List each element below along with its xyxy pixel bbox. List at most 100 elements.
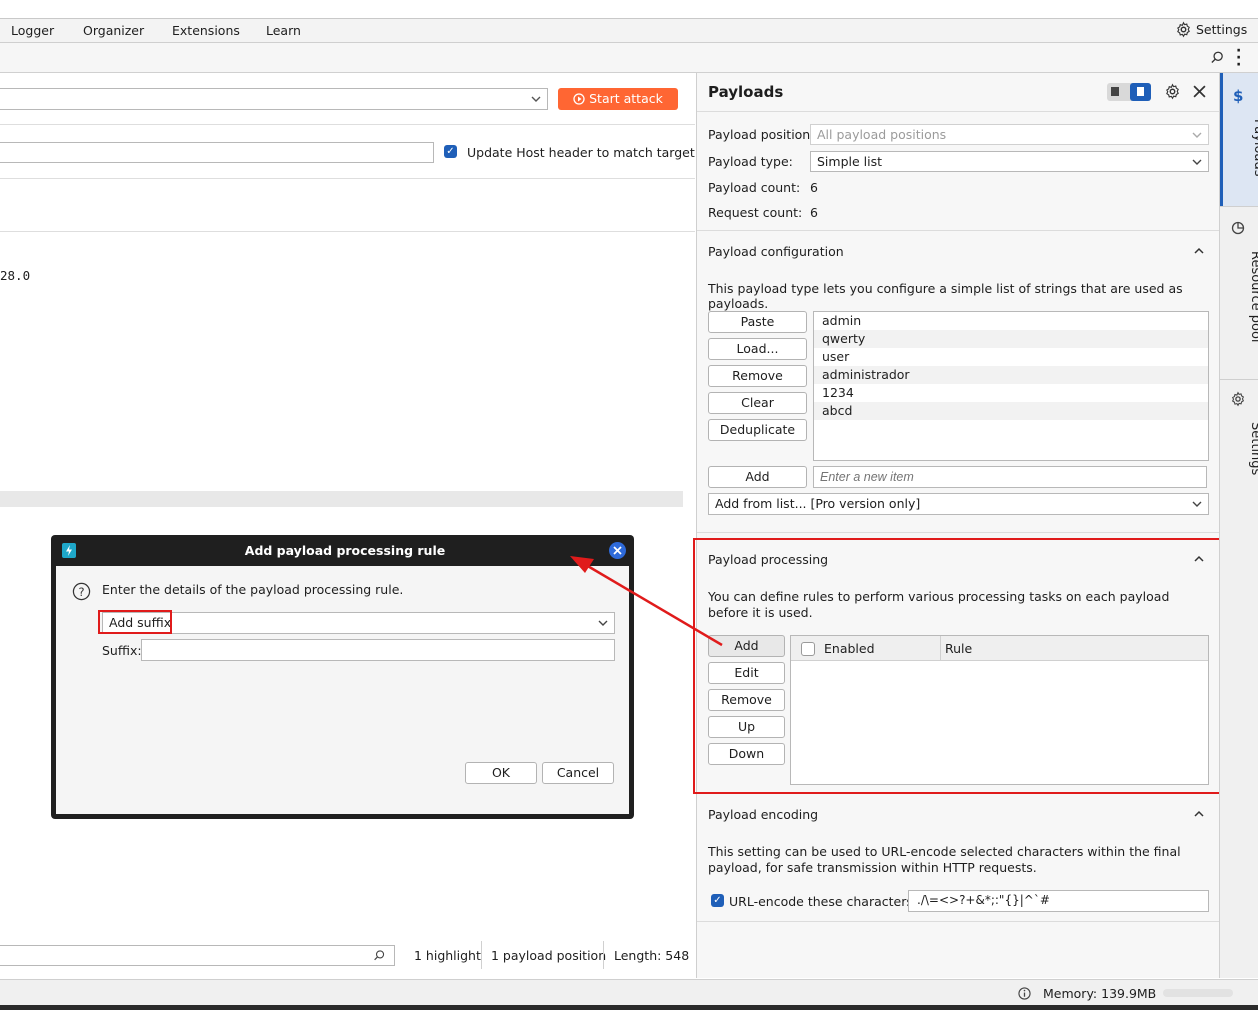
menu-learn[interactable]: Learn: [266, 23, 301, 38]
info-icon[interactable]: [1018, 987, 1031, 1000]
gear-icon: [1177, 21, 1190, 38]
play-circle-icon: [573, 93, 585, 105]
settings-menu[interactable]: Settings: [1175, 21, 1247, 38]
dialog-close-button[interactable]: [609, 542, 626, 559]
layout-left-icon: [1111, 87, 1119, 96]
tab-resource-pool[interactable]: Resource pool: [1220, 207, 1258, 379]
divider: [697, 111, 1220, 112]
add-from-list-value: Add from list... [Pro version only]: [715, 496, 921, 511]
paste-button[interactable]: Paste: [708, 311, 807, 333]
payload-type-value: Simple list: [817, 154, 883, 169]
deduplicate-button[interactable]: Deduplicate: [708, 419, 807, 441]
payload-position-count: 1 payload position: [491, 948, 607, 963]
update-host-label: Update Host header to match target: [467, 145, 695, 160]
payload-config-description: This payload type lets you configure a s…: [708, 281, 1183, 311]
layout-right-icon: [1130, 83, 1151, 101]
menu-bar: Logger Organizer Extensions Learn Settin…: [0, 19, 1258, 43]
rule-type-select[interactable]: Add suffix: [102, 612, 615, 634]
payload-config-title: Payload configuration: [708, 244, 844, 259]
list-item-text: administrador: [822, 367, 910, 382]
load-button[interactable]: Load...: [708, 338, 807, 360]
tab-payloads[interactable]: $ Payloads: [1220, 73, 1258, 206]
remove-button[interactable]: Remove: [708, 365, 807, 387]
list-item[interactable]: 1234: [814, 384, 1208, 402]
horizontal-scrollbar[interactable]: [0, 491, 683, 507]
window-top-strip: [0, 0, 1258, 19]
tab-resource-pool-label: Resource pool: [1248, 251, 1258, 343]
pie-chart-icon: [1231, 221, 1245, 235]
tool-row: · · ·: [0, 43, 1258, 73]
window-bottom-edge: [0, 1005, 1258, 1010]
list-item[interactable]: admin: [814, 312, 1208, 330]
payload-count-label: Payload count:: [708, 180, 801, 195]
chevron-up-icon[interactable]: [1194, 810, 1204, 818]
payload-list[interactable]: admin qwerty user administrador 1234 abc…: [813, 311, 1209, 461]
request-count-value: 6: [810, 205, 818, 220]
panel-title: Payloads: [708, 83, 784, 101]
chevron-up-icon[interactable]: [1194, 247, 1204, 255]
menu-organizer[interactable]: Organizer: [83, 23, 144, 38]
url-encode-chars-value: ./\=<>?+&*;:"{}|^`#: [917, 893, 1050, 907]
length-indicator: Length: 548: [614, 948, 690, 963]
url-encode-chars-input[interactable]: ./\=<>?+&*;:"{}|^`#: [908, 890, 1209, 912]
divider: [0, 178, 695, 179]
close-icon[interactable]: [1193, 85, 1206, 98]
chevron-down-icon: [531, 96, 541, 102]
search-icon: [374, 950, 385, 961]
payload-type-label: Payload type:: [708, 154, 793, 169]
payload-position-select[interactable]: All payload positions: [810, 124, 1209, 145]
list-item-text: qwerty: [822, 331, 866, 346]
list-item-text: abcd: [822, 403, 853, 418]
update-host-checkbox[interactable]: ✓: [444, 145, 457, 158]
dollar-icon: $: [1233, 87, 1244, 105]
target-dropdown[interactable]: [0, 88, 548, 110]
cancel-button[interactable]: Cancel: [542, 762, 614, 784]
list-item[interactable]: administrador: [814, 366, 1208, 384]
request-count-label: Request count:: [708, 205, 803, 220]
menu-extensions[interactable]: Extensions: [172, 23, 240, 38]
side-tabs: $ Payloads Resource pool Settings: [1219, 73, 1258, 978]
list-item-text: user: [822, 349, 850, 364]
list-item-text: admin: [822, 313, 862, 328]
tab-settings[interactable]: Settings: [1220, 380, 1258, 480]
layout-toggle[interactable]: [1107, 83, 1151, 101]
editor-search-input[interactable]: [0, 945, 395, 966]
start-attack-button[interactable]: Start attack: [558, 88, 678, 110]
chevron-down-icon: [1192, 159, 1202, 165]
start-attack-label: Start attack: [589, 91, 663, 106]
memory-bar: [1163, 989, 1233, 997]
list-item-text: 1234: [822, 385, 854, 400]
url-encode-label: URL-encode these characters:: [729, 894, 918, 909]
more-options-icon[interactable]: · · ·: [1236, 44, 1241, 72]
new-item-input[interactable]: [813, 466, 1207, 488]
payload-encoding-title: Payload encoding: [708, 807, 819, 822]
add-from-list-select[interactable]: Add from list... [Pro version only]: [708, 493, 1209, 515]
menu-logger[interactable]: Logger: [11, 23, 54, 38]
payload-type-select[interactable]: Simple list: [810, 151, 1209, 172]
suffix-input[interactable]: [141, 639, 615, 661]
list-item[interactable]: abcd: [814, 402, 1208, 420]
question-icon: ?: [72, 582, 91, 601]
host-input[interactable]: [0, 142, 434, 163]
dialog-body: ? Enter the details of the payload proce…: [56, 566, 629, 814]
list-item[interactable]: qwerty: [814, 330, 1208, 348]
add-rule-dialog: Add payload processing rule ? Enter the …: [51, 535, 634, 819]
search-icon[interactable]: [1210, 50, 1225, 65]
gear-icon: [1231, 391, 1245, 407]
gear-icon[interactable]: [1164, 83, 1181, 100]
settings-label: Settings: [1195, 22, 1248, 37]
chevron-down-icon: [598, 620, 608, 626]
ok-button[interactable]: OK: [465, 762, 537, 784]
clear-button[interactable]: Clear: [708, 392, 807, 414]
divider: [697, 532, 1220, 533]
chevron-down-icon: [1192, 501, 1202, 507]
dialog-prompt: Enter the details of the payload process…: [102, 582, 404, 597]
separator: [481, 941, 482, 969]
annotation-highlight-box: [693, 538, 1258, 794]
request-text-fragment: 28.0: [0, 268, 31, 283]
add-item-button[interactable]: Add: [708, 466, 807, 488]
memory-usage: Memory: 139.9MB: [1043, 986, 1157, 1001]
tab-settings-label: Settings: [1248, 422, 1258, 476]
list-item[interactable]: user: [814, 348, 1208, 366]
url-encode-checkbox[interactable]: ✓: [711, 894, 724, 907]
